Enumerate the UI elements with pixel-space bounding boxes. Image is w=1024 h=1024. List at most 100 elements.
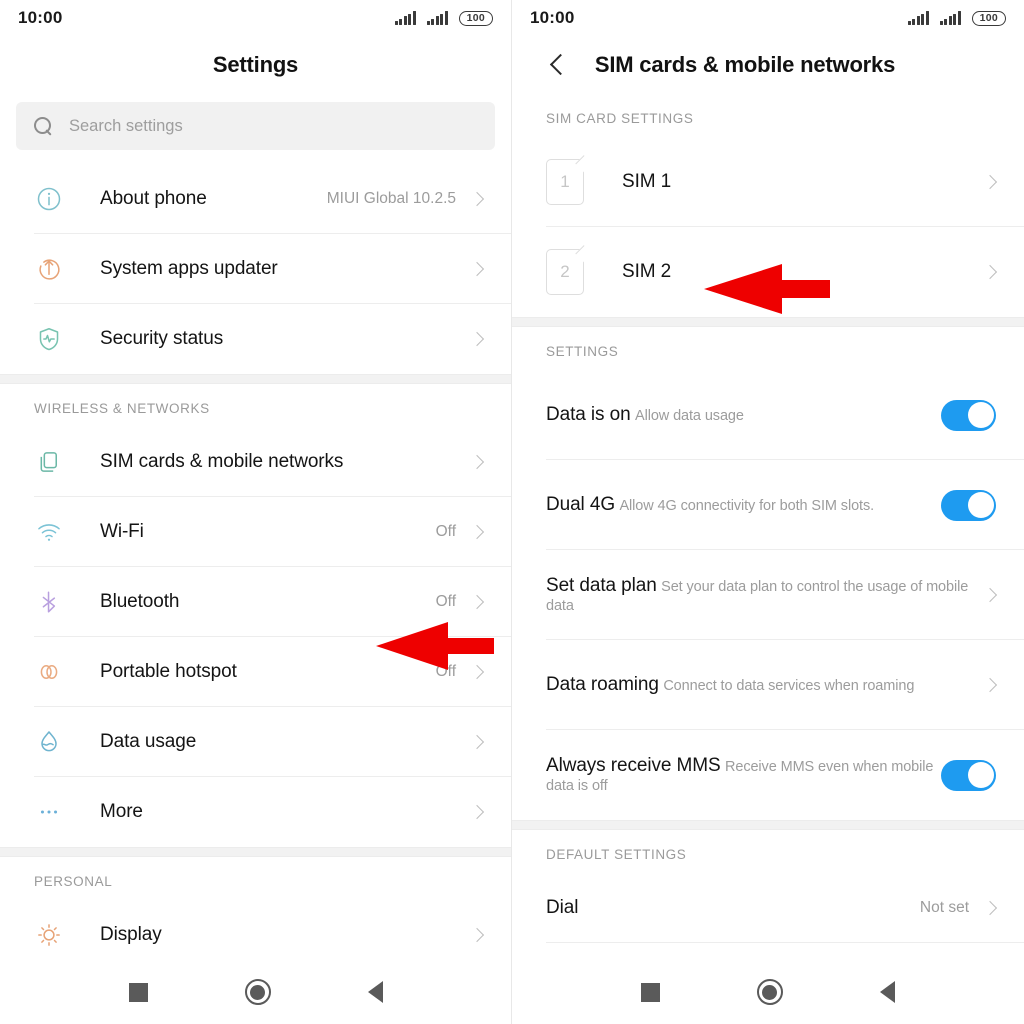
group-separator — [512, 820, 1024, 830]
row-sublabel: Allow 4G connectivity for both SIM slots… — [619, 498, 875, 514]
page-title: SIM cards & mobile networks — [594, 52, 896, 77]
settings-list[interactable]: About phone MIUI Global 10.2.5 System ap… — [0, 164, 511, 960]
toggle-knob — [967, 492, 994, 518]
data-is-on-toggle[interactable] — [941, 399, 996, 431]
chevron-right-icon — [472, 457, 483, 468]
sidebar-item-more[interactable]: More — [0, 777, 511, 847]
security-shield-icon — [34, 325, 64, 353]
signal-bars-icon-sim2 — [426, 11, 448, 25]
chevron-right-icon — [472, 527, 483, 538]
row-label: Data is on — [546, 404, 631, 425]
chevron-right-icon — [985, 590, 996, 601]
row-label: Display — [100, 924, 162, 945]
row-value: Off — [435, 663, 456, 680]
sim-2-row[interactable]: 2 SIM 2 — [512, 227, 1024, 317]
search-input[interactable]: Search settings — [16, 102, 495, 150]
chevron-left-icon[interactable] — [546, 52, 572, 78]
settings-screen: 10:00 100 Settings Search settings About… — [0, 0, 512, 1024]
section-header-default-settings: DEFAULT SETTINGS — [546, 847, 687, 862]
nav-bar-left — [0, 960, 511, 1024]
hotspot-icon — [34, 658, 64, 686]
data-roaming-row[interactable]: Data roaming Connect to data services wh… — [512, 640, 1024, 730]
row-label: Dual 4G — [546, 494, 616, 515]
row-label: SIM 1 — [622, 171, 672, 192]
battery-icon: 100 — [458, 10, 493, 26]
group-separator — [512, 317, 1024, 327]
row-label: SIM cards & mobile networks — [100, 451, 344, 472]
signal-bars-icon-sim1 — [394, 11, 416, 25]
page-title: Settings — [212, 52, 299, 77]
triangle-back-icon[interactable] — [880, 981, 896, 1003]
sidebar-item-sim-cards-mobile-networks[interactable]: SIM cards & mobile networks — [0, 427, 511, 497]
status-time: 10:00 — [18, 8, 63, 27]
chevron-right-icon — [472, 194, 483, 205]
dial-row[interactable]: Dial Not set — [512, 873, 1024, 943]
sim-1-row[interactable]: 1 SIM 1 — [512, 137, 1024, 227]
sidebar-item-wifi[interactable]: Wi-Fi Off — [0, 497, 511, 567]
sidebar-item-portable-hotspot[interactable]: Portable hotspot Off — [0, 637, 511, 707]
row-label: Always receive MMS — [546, 755, 721, 776]
circle-home-icon[interactable] — [756, 979, 783, 1005]
chevron-right-icon — [472, 807, 483, 818]
square-recents-icon[interactable] — [128, 982, 148, 1002]
system-update-icon — [34, 255, 64, 283]
data-is-on-row[interactable]: Data is on Allow data usage — [512, 370, 1024, 460]
row-sublabel: Allow data usage — [635, 408, 744, 424]
sim-card-icon-1: 1 — [546, 159, 584, 205]
chevron-right-icon — [985, 177, 996, 188]
row-label: Portable hotspot — [100, 661, 237, 682]
status-bar-left: 10:00 100 — [0, 0, 511, 36]
app-bar-left: Settings — [0, 36, 511, 94]
sim-networks-screen: 10:00 100 SIM cards & mobile networks SI… — [512, 0, 1024, 1024]
row-label: System apps updater — [100, 258, 278, 279]
circle-home-icon[interactable] — [244, 979, 271, 1005]
sim-card-icon-2: 2 — [546, 249, 584, 295]
bluetooth-icon — [34, 588, 64, 616]
section-header-personal: PERSONAL — [34, 874, 113, 889]
triangle-back-icon[interactable] — [367, 981, 383, 1003]
data-usage-icon — [34, 728, 64, 756]
set-data-plan-row[interactable]: Set data plan Set your data plan to cont… — [512, 550, 1024, 640]
row-label: Data roaming — [546, 674, 659, 695]
square-recents-icon[interactable] — [640, 982, 660, 1002]
row-label: SIM 2 — [622, 261, 672, 282]
signal-bars-icon-sim1 — [907, 11, 929, 25]
row-value: Off — [435, 593, 456, 610]
section-header-settings: SETTINGS — [546, 344, 619, 359]
wifi-icon — [34, 518, 64, 546]
row-value: Off — [435, 523, 456, 540]
sidebar-item-bluetooth[interactable]: Bluetooth Off — [0, 567, 511, 637]
row-label: Security status — [100, 328, 224, 349]
section-header-sim-card-settings: SIM CARD SETTINGS — [546, 111, 694, 126]
row-sublabel: Connect to data services when roaming — [663, 678, 915, 694]
chevron-right-icon — [472, 930, 483, 941]
dual-screenshot-container: 10:00 100 Settings Search settings About… — [0, 0, 1024, 1024]
chevron-right-icon — [472, 264, 483, 275]
chevron-right-icon — [985, 267, 996, 278]
sidebar-item-display[interactable]: Display — [0, 900, 511, 960]
row-label: Set data plan — [546, 575, 657, 596]
info-circle-icon — [34, 185, 64, 213]
always-receive-mms-row[interactable]: Always receive MMS Receive MMS even when… — [512, 730, 1024, 820]
chevron-right-icon — [472, 597, 483, 608]
sim-settings-list[interactable]: SIM CARD SETTINGS 1 SIM 1 2 SIM 2 SETTIN… — [512, 94, 1024, 960]
sidebar-item-security-status[interactable]: Security status — [0, 304, 511, 374]
status-icons: 100 — [907, 10, 1006, 26]
battery-icon: 100 — [971, 10, 1006, 26]
row-value: Not set — [919, 899, 969, 916]
search-icon — [34, 116, 53, 136]
group-separator — [0, 847, 511, 857]
sidebar-item-about-phone[interactable]: About phone MIUI Global 10.2.5 — [0, 164, 511, 234]
row-divider — [546, 942, 1024, 943]
sidebar-item-system-apps-updater[interactable]: System apps updater — [0, 234, 511, 304]
row-value: MIUI Global 10.2.5 — [326, 190, 456, 207]
row-label: About phone — [100, 188, 207, 209]
row-label: Dial — [546, 897, 579, 918]
dual-4g-toggle[interactable] — [941, 489, 996, 521]
sidebar-item-data-usage[interactable]: Data usage — [0, 707, 511, 777]
always-receive-mms-toggle[interactable] — [941, 759, 996, 791]
row-label: Bluetooth — [100, 591, 180, 612]
signal-bars-icon-sim2 — [939, 11, 961, 25]
toggle-knob — [967, 762, 994, 788]
dual-4g-row[interactable]: Dual 4G Allow 4G connectivity for both S… — [512, 460, 1024, 550]
